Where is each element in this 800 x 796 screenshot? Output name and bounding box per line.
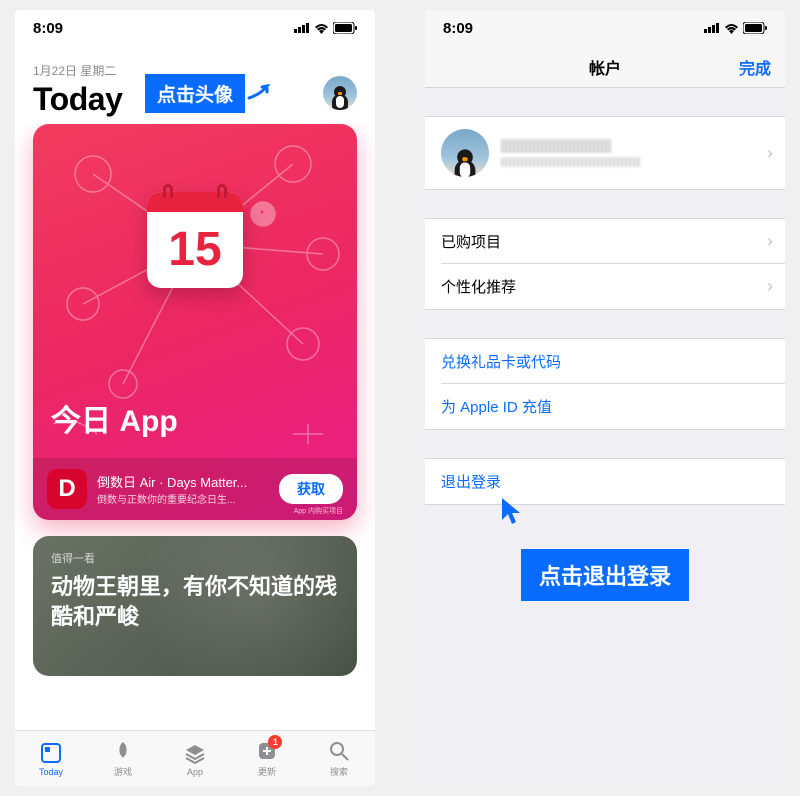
status-bar: 8:09 xyxy=(425,10,785,46)
card-title: 今日 App xyxy=(51,396,178,440)
tab-updates[interactable]: 1 更新 xyxy=(231,731,303,786)
status-time: 8:09 xyxy=(443,20,473,37)
annotation-tap-avatar: 点击头像 xyxy=(145,74,245,113)
get-button[interactable]: 获取 xyxy=(279,474,343,504)
nav-title: 帐户 xyxy=(589,55,621,79)
status-icons xyxy=(294,22,357,34)
tab-bar: Today 游戏 App 1 更新 搜索 xyxy=(15,730,375,786)
profile-avatar[interactable] xyxy=(323,76,357,110)
chevron-right-icon: › xyxy=(767,231,773,252)
done-button[interactable]: 完成 xyxy=(739,55,771,79)
today-header: 1月22日 星期二 Today 点击头像 xyxy=(15,46,375,124)
updates-badge: 1 xyxy=(268,735,282,749)
nav-bar: 帐户 完成 xyxy=(425,46,785,88)
app-name: 倒数日 Air · Days Matter... xyxy=(97,472,269,491)
cell-redeem[interactable]: 兑换礼品卡或代码 xyxy=(425,338,785,385)
app-icon: D xyxy=(47,469,87,509)
account-name-redacted xyxy=(501,139,769,167)
tab-today[interactable]: Today xyxy=(15,731,87,786)
cell-personalized[interactable]: 个性化推荐 › xyxy=(425,264,785,310)
penguin-icon xyxy=(331,86,349,110)
tab-apps[interactable]: App xyxy=(159,731,231,786)
cellular-icon xyxy=(294,23,310,33)
wifi-icon xyxy=(724,23,739,34)
tab-search[interactable]: 搜索 xyxy=(303,731,375,786)
iap-note: App 内购买项目 xyxy=(294,506,343,516)
calendar-icon: 15 xyxy=(147,192,243,288)
card-title: 动物王朝里，有你不知道的残酷和严峻 xyxy=(51,572,339,631)
today-content[interactable]: 15 今日 App D 倒数日 Air · Days Matter... 倒数与… xyxy=(15,124,375,730)
tab-games[interactable]: 游戏 xyxy=(87,731,159,786)
arrow-icon xyxy=(247,80,273,102)
status-time: 8:09 xyxy=(33,20,63,37)
layers-icon xyxy=(183,741,207,765)
today-story-card[interactable]: 值得一看 动物王朝里，有你不知道的残酷和严峻 xyxy=(33,536,357,676)
status-bar: 8:09 xyxy=(15,10,375,46)
phone-left-appstore-today: 8:09 1月22日 星期二 Today 点击头像 xyxy=(15,10,375,786)
battery-icon xyxy=(743,22,767,34)
status-icons xyxy=(704,22,767,34)
cell-sign-out[interactable]: 退出登录 xyxy=(425,458,785,505)
card-app-footer: D 倒数日 Air · Days Matter... 倒数与正数你的重要纪念日生… xyxy=(33,458,357,520)
phone-right-account: 8:09 帐户 完成 › 已购项目 › 个性化推荐 › 兑换礼品卡或代码 xyxy=(425,10,785,786)
cellular-icon xyxy=(704,23,720,33)
chevron-right-icon: › xyxy=(767,143,773,164)
search-icon xyxy=(327,739,351,763)
wifi-icon xyxy=(314,23,329,34)
cell-purchased[interactable]: 已购项目 › xyxy=(425,218,785,265)
today-icon xyxy=(39,741,63,765)
rocket-icon xyxy=(111,739,135,763)
battery-icon xyxy=(333,22,357,34)
app-subtitle: 倒数与正数你的重要纪念日生... xyxy=(97,491,269,506)
cell-add-funds[interactable]: 为 Apple ID 充值 xyxy=(425,384,785,430)
today-feature-card[interactable]: 15 今日 App D 倒数日 Air · Days Matter... 倒数与… xyxy=(33,124,357,520)
chevron-right-icon: › xyxy=(767,276,773,297)
avatar xyxy=(441,129,489,177)
cell-account-profile[interactable]: › xyxy=(425,116,785,190)
cursor-icon xyxy=(499,496,525,526)
card-eyebrow: 值得一看 xyxy=(51,550,339,566)
annotation-tap-signout: 点击退出登录 xyxy=(521,549,689,601)
